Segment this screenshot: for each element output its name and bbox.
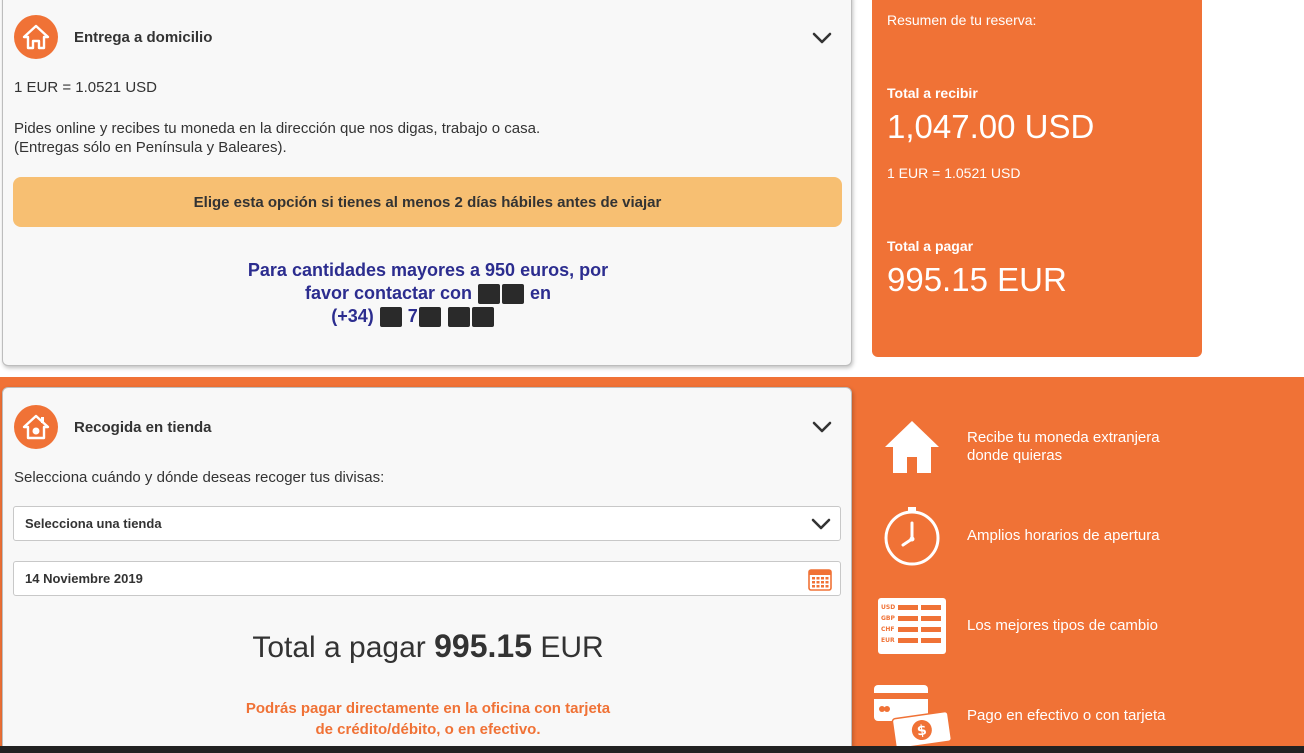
feature-text: Recibe tu moneda extranjera donde quiera…	[967, 429, 1160, 464]
cash-card-icon: $	[872, 681, 952, 751]
redacted-block	[447, 307, 470, 328]
calendar-icon[interactable]	[808, 567, 832, 591]
pay-value: 995.15 EUR	[887, 261, 1067, 298]
delivery-title: Entrega a domicilio	[74, 28, 213, 46]
pickup-total: Total a pagar 995.15 EUR	[3, 628, 853, 665]
summary-title: Resumen de tu reserva:	[887, 12, 1037, 28]
clock-icon	[872, 501, 952, 571]
pickup-title: Recogida en tienda	[74, 418, 212, 436]
pickup-instruction: Selecciona cuándo y dónde deseas recoger…	[14, 469, 385, 486]
total-currency: EUR	[540, 631, 604, 664]
phone-digit: 7	[407, 306, 418, 326]
delivery-header[interactable]: Entrega a domicilio	[14, 15, 212, 59]
redacted-block	[379, 307, 402, 328]
payment-note-line1: Podrás pagar directamente en la oficina …	[245, 700, 611, 717]
pay-label: Total a pagar	[887, 238, 974, 254]
phone-prefix: (+34)	[331, 306, 374, 326]
date-value: 14 Noviembre 2019	[25, 571, 143, 586]
feature-home-delivery: Recibe tu moneda extranjera donde quiera…	[872, 412, 1302, 482]
delivery-rate: 1 EUR = 1.0521 USD	[14, 79, 157, 96]
delivery-option-card[interactable]: Entrega a domicilio 1 EUR = 1.0521 USD P…	[2, 0, 852, 366]
receive-value: 1,047.00 USD	[887, 108, 1095, 145]
contact-line2-text: favor contactar con	[304, 283, 472, 303]
home-icon	[14, 15, 58, 59]
feature-payment: $ Pago en efectivo o con tarjeta	[872, 681, 1302, 751]
payment-note-line2: de crédito/débito, o en efectivo.	[315, 721, 541, 738]
receive-label: Total a recibir	[887, 85, 978, 101]
payment-note: Podrás pagar directamente en la oficina …	[203, 698, 653, 740]
booking-summary: Resumen de tu reserva: Total a recibir 1…	[872, 0, 1202, 357]
redacted-block	[471, 307, 494, 328]
total-amount: 995.15	[434, 628, 532, 664]
rate-label-eur: EUR	[881, 637, 895, 644]
feature-exchange-rates: USD GBP CHF EUR Los mejores tipos de cam…	[872, 591, 1302, 661]
store-select-value: Selecciona una tienda	[25, 516, 162, 531]
store-select[interactable]: Selecciona una tienda	[13, 506, 841, 541]
store-icon	[14, 405, 58, 449]
feature-text: Amplios horarios de apertura	[967, 527, 1160, 544]
redacted-block	[478, 284, 501, 305]
contact-line1: Para cantidades mayores a 950 euros, por	[247, 260, 609, 280]
pickup-header[interactable]: Recogida en tienda	[14, 405, 212, 449]
redacted-block	[502, 284, 525, 305]
rate-label-usd: USD	[881, 604, 895, 611]
total-prefix: Total a pagar	[252, 631, 426, 664]
delivery-description-line2: (Entregas sólo en Península y Baleares).	[14, 139, 287, 156]
exchange-rates-icon: USD GBP CHF EUR	[872, 591, 952, 661]
summary-rate: 1 EUR = 1.0521 USD	[887, 165, 1021, 181]
contact-line3: (+34) 7	[123, 305, 703, 328]
date-field[interactable]: 14 Noviembre 2019	[13, 561, 841, 596]
redacted-block	[418, 307, 441, 328]
house-icon	[872, 412, 952, 482]
rate-label-chf: CHF	[881, 626, 895, 633]
large-amount-contact: Para cantidades mayores a 950 euros, por…	[153, 259, 703, 328]
feature-text: Pago en efectivo o con tarjeta	[967, 707, 1166, 724]
delivery-description-line1: Pides online y recibes tu moneda en la d…	[14, 120, 541, 137]
contact-line2: favor contactar con en	[153, 282, 703, 305]
bottom-bar	[0, 746, 1304, 753]
feature-text: Los mejores tipos de cambio	[967, 617, 1158, 634]
rate-label-gbp: GBP	[881, 615, 895, 622]
chevron-down-icon[interactable]	[811, 27, 833, 49]
feature-opening-hours: Amplios horarios de apertura	[872, 501, 1302, 571]
contact-line2-suffix: en	[530, 283, 552, 303]
chevron-down-icon	[811, 518, 831, 530]
delivery-notice: Elige esta opción si tienes al menos 2 d…	[13, 177, 842, 227]
chevron-down-icon[interactable]	[811, 416, 833, 438]
pickup-option-card[interactable]: Recogida en tienda Selecciona cuándo y d…	[2, 387, 852, 753]
